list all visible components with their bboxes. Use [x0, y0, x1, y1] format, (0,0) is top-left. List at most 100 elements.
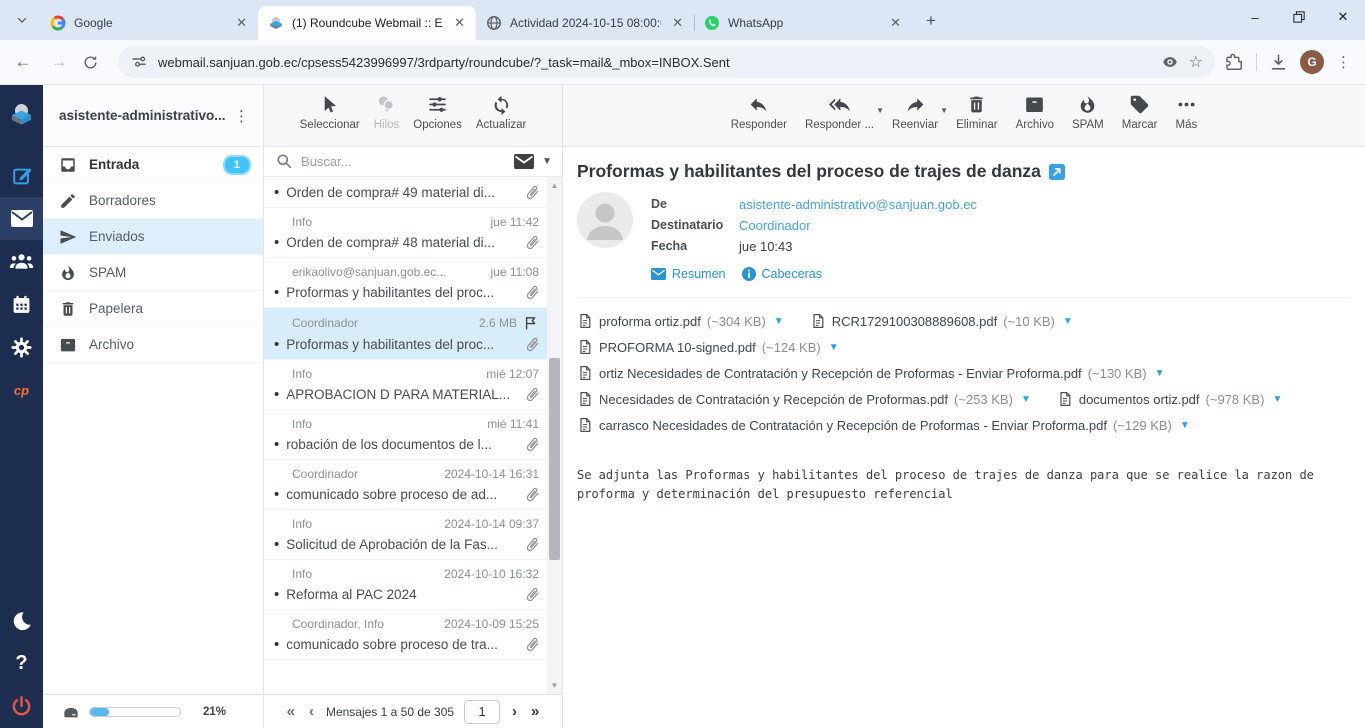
new-tab-button[interactable]: +: [918, 8, 944, 34]
rail-settings-button[interactable]: [0, 326, 43, 369]
scroll-down-icon[interactable]: ▼: [551, 677, 559, 694]
page-input[interactable]: [464, 700, 500, 724]
back-button[interactable]: ←: [10, 52, 36, 72]
last-page-icon[interactable]: »: [529, 703, 541, 720]
attachment-menu-caret-icon[interactable]: ▼: [1272, 394, 1282, 405]
summary-link[interactable]: Resumen: [651, 267, 726, 281]
list-item[interactable]: erikaolivo@sanjuan.gob.ec... jue 11:08 •…: [264, 258, 547, 308]
list-item[interactable]: Coordinador 2024-10-14 16:31 • comunicad…: [264, 460, 547, 510]
reload-button[interactable]: [82, 54, 108, 71]
open-in-new-window-icon[interactable]: [1049, 164, 1065, 180]
profile-avatar[interactable]: G: [1300, 50, 1324, 74]
omnibox[interactable]: webmail.sanjuan.gob.ec/cpsess5423996997/…: [118, 46, 1215, 78]
folder-spam[interactable]: SPAM: [43, 255, 263, 291]
folder-borradores[interactable]: Borradores: [43, 183, 263, 219]
tab-google[interactable]: Google ✕: [40, 6, 258, 40]
mark-button[interactable]: Marcar: [1122, 94, 1158, 131]
reply-button[interactable]: Responder: [731, 94, 787, 131]
folder-enviados[interactable]: Enviados: [43, 219, 263, 255]
attachment-menu-caret-icon[interactable]: ▼: [829, 342, 839, 353]
attachment-menu-caret-icon[interactable]: ▼: [1155, 368, 1165, 379]
compose-button[interactable]: [0, 154, 43, 197]
attachment-name: documentos ortiz.pdf: [1079, 392, 1200, 407]
downloads-icon[interactable]: [1269, 53, 1288, 72]
attachment-link[interactable]: Necesidades de Contratación y Recepción …: [577, 391, 1031, 407]
dropdown-caret-icon[interactable]: ▼: [876, 106, 884, 115]
minimize-button[interactable]: –: [1233, 0, 1277, 34]
more-button[interactable]: Más: [1176, 94, 1198, 131]
fire-icon: [1077, 94, 1098, 115]
tab-actividad[interactable]: Actividad 2024-10-15 08:00:00 ✕: [476, 6, 694, 40]
folder-papelera[interactable]: Papelera: [43, 291, 263, 327]
next-page-icon[interactable]: ›: [510, 703, 519, 720]
maximize-button[interactable]: [1277, 0, 1321, 34]
attachment-link[interactable]: proforma ortiz.pdf (~304 KB) ▼: [577, 313, 784, 329]
tab-whatsapp[interactable]: WhatsApp ✕: [694, 6, 912, 40]
tab-close-icon[interactable]: ✕: [887, 15, 904, 31]
tab-close-icon[interactable]: ✕: [451, 15, 468, 31]
list-item[interactable]: Info jue 11:42 • Orden de compra# 48 mat…: [264, 208, 547, 258]
attachment-menu-caret-icon[interactable]: ▼: [774, 316, 784, 327]
rail-calendar-button[interactable]: [0, 283, 43, 326]
rail-mail-button[interactable]: [0, 197, 43, 240]
from-address-link[interactable]: asistente-administrativo@sanjuan.gob.ec: [739, 197, 977, 212]
tab-search-button[interactable]: [8, 6, 36, 34]
bookmark-star-icon[interactable]: ☆: [1189, 52, 1203, 72]
scrollbar-thumb[interactable]: [549, 358, 560, 560]
first-page-icon[interactable]: «: [285, 703, 297, 720]
forward-button[interactable]: Reenviar ▼: [892, 94, 938, 131]
options-button[interactable]: Opciones: [413, 94, 462, 131]
attachment-name: RCR1729100308889608.pdf: [832, 314, 998, 329]
search-input[interactable]: [301, 154, 506, 169]
attachment-menu-caret-icon[interactable]: ▼: [1180, 420, 1190, 431]
attachment-link[interactable]: RCR1729100308889608.pdf (~10 KB) ▼: [810, 313, 1073, 329]
forward-button[interactable]: →: [46, 52, 72, 72]
search-scope-envelope-icon[interactable]: [514, 154, 534, 169]
reading-mode-eye-icon[interactable]: [1161, 53, 1179, 71]
attachment-menu-caret-icon[interactable]: ▼: [1021, 394, 1031, 405]
browser-menu-kebab-icon[interactable]: ⋮: [1336, 53, 1351, 71]
list-item[interactable]: Coordinador, Info 2024-10-09 15:25 • com…: [264, 610, 547, 660]
extensions-icon[interactable]: [1225, 53, 1244, 72]
spam-button[interactable]: SPAM: [1072, 94, 1104, 131]
rail-cpanel-button[interactable]: cp: [0, 369, 43, 412]
message-meta: Info 2024-10-10 16:32: [274, 564, 541, 583]
list-item[interactable]: Coordinador 2.6 MB • Proformas y habilit…: [264, 308, 547, 360]
list-item[interactable]: Info 2024-10-14 09:37 • Solicitud de Apr…: [264, 510, 547, 560]
recipient-link[interactable]: Coordinador: [739, 218, 811, 233]
archive-button[interactable]: Archivo: [1016, 94, 1054, 131]
folder-archivo[interactable]: Archivo: [43, 327, 263, 363]
tab-roundcube[interactable]: (1) Roundcube Webmail :: Envia ✕: [258, 6, 476, 40]
scroll-up-icon[interactable]: ▲: [551, 177, 559, 194]
list-item[interactable]: Info mié 11:41 • robación de los documen…: [264, 410, 547, 460]
tab-close-icon[interactable]: ✕: [233, 15, 250, 31]
prev-page-icon[interactable]: ‹: [307, 703, 316, 720]
folder-entrada[interactable]: Entrada 1: [43, 147, 263, 183]
headers-link[interactable]: Cabeceras: [742, 267, 822, 281]
attachment-link[interactable]: documentos ortiz.pdf (~978 KB) ▼: [1057, 391, 1283, 407]
attachment-link[interactable]: PROFORMA 10-signed.pdf (~124 KB) ▼: [577, 339, 839, 355]
search-scope-caret-icon[interactable]: ▼: [542, 156, 552, 167]
list-scrollbar[interactable]: ▲ ▼: [547, 177, 562, 694]
flag-icon[interactable]: [523, 315, 539, 331]
help-button[interactable]: ?: [0, 642, 43, 685]
account-menu-kebab-icon[interactable]: ⋮: [230, 107, 253, 125]
list-item[interactable]: Info 2024-10-10 16:32 • Reforma al PAC 2…: [264, 560, 547, 610]
dropdown-caret-icon[interactable]: ▼: [940, 106, 948, 115]
dark-mode-button[interactable]: [0, 599, 43, 642]
attachment-menu-caret-icon[interactable]: ▼: [1063, 316, 1073, 327]
tab-close-icon[interactable]: ✕: [669, 15, 686, 31]
select-button[interactable]: Seleccionar: [300, 94, 360, 131]
refresh-button[interactable]: Actualizar: [476, 94, 527, 131]
list-item[interactable]: Info mié 12:07 • APROBACION D PARA MATER…: [264, 360, 547, 410]
delete-button[interactable]: Eliminar: [956, 94, 998, 131]
rail-contacts-button[interactable]: [0, 240, 43, 283]
close-window-button[interactable]: ✕: [1321, 0, 1365, 34]
reply-all-button[interactable]: Responder ... ▼: [805, 94, 874, 131]
list-item[interactable]: • Orden de compra# 49 material di...: [264, 177, 547, 208]
logout-button[interactable]: [0, 685, 43, 728]
threads-button[interactable]: Hilos: [374, 94, 400, 131]
attachment-link[interactable]: ortiz Necesidades de Contratación y Rece…: [577, 365, 1164, 381]
attachment-link[interactable]: carrasco Necesidades de Contratación y R…: [577, 417, 1190, 433]
site-settings-icon: [130, 53, 148, 71]
